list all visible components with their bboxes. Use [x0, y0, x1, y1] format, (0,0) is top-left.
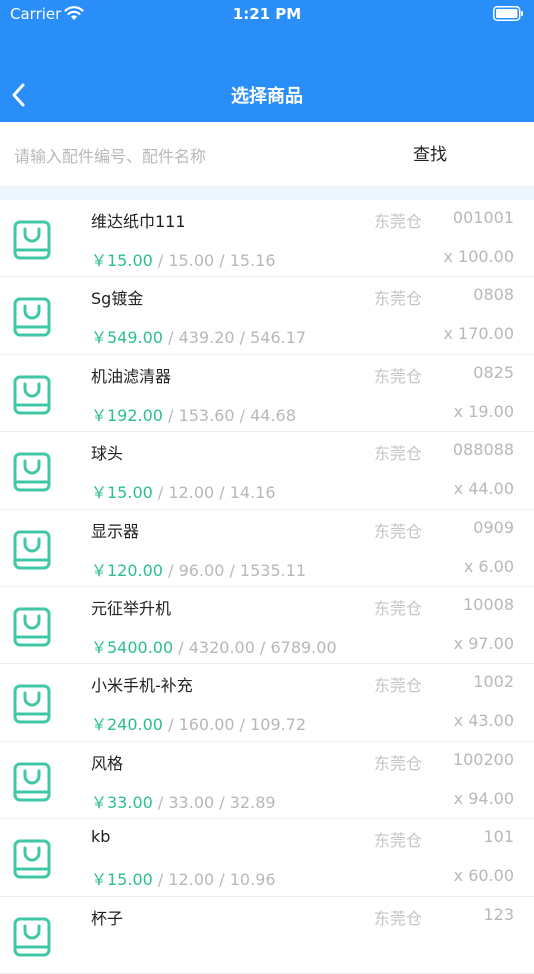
product-code: 123 [483, 904, 514, 924]
cost-prices: / 4320.00 / 6789.00 [173, 637, 337, 657]
product-name: kb [91, 827, 111, 847]
stock-quantity: x 6.00 [463, 556, 514, 576]
warehouse-label: 东莞仓 [374, 289, 423, 309]
cost-prices: / 153.60 / 44.68 [163, 405, 296, 425]
search-bar: 查找 [0, 122, 534, 186]
warehouse-label: 东莞仓 [374, 366, 423, 386]
clock: 1:21 PM [232, 5, 302, 23]
cost-prices: / 12.00 / 14.16 [152, 483, 276, 503]
product-code: 101 [483, 827, 514, 847]
cost-prices: / 439.20 / 546.17 [163, 328, 307, 348]
page-title: 选择商品 [231, 86, 303, 107]
product-name: 元征举升机 [91, 598, 172, 618]
cost-prices: / 33.00 / 32.89 [152, 792, 276, 812]
product-name: 机油滤清器 [91, 366, 172, 386]
cost-prices: / 160.00 / 109.72 [163, 715, 307, 735]
shopping-bag-icon [13, 762, 51, 802]
shopping-bag-icon [13, 839, 51, 879]
shopping-bag-icon [13, 607, 51, 647]
product-row[interactable]: 风格 东莞仓 100200 ￥33.00 / 33.00 / 32.89 x 94.00 [0, 742, 534, 820]
price-line: ￥192.00 / 153.60 / 44.68 [91, 402, 296, 426]
product-code: 0808 [473, 285, 514, 305]
product-name: 小米手机-补充 [91, 676, 193, 696]
product-row[interactable]: 球头 东莞仓 088088 ￥15.00 / 12.00 / 14.16 x 44.00 [0, 432, 534, 510]
shopping-bag-icon [13, 684, 51, 724]
price-line: ￥15.00 / 15.00 / 15.16 [91, 247, 276, 271]
stock-quantity: x 44.00 [453, 479, 514, 499]
sale-price: ￥240.00 [91, 715, 163, 735]
product-name: 显示器 [91, 521, 140, 541]
shopping-bag-icon [13, 917, 51, 957]
sale-price: ￥15.00 [91, 251, 153, 270]
product-row[interactable]: kb 东莞仓 101 ￥15.00 / 12.00 / 10.96 x 60.00 [0, 819, 534, 897]
price-line: ￥33.00 / 33.00 / 32.89 [91, 789, 276, 813]
stock-quantity: x 100.00 [443, 247, 514, 266]
stock-quantity: x 94.00 [453, 788, 514, 808]
cost-prices: / 12.00 / 10.96 [152, 870, 276, 890]
product-code: 001001 [452, 208, 514, 227]
product-code: 0909 [473, 517, 514, 537]
warehouse-label: 东莞仓 [374, 444, 423, 464]
navigation-header: Carrier 1:21 PM 选择商品 [0, 0, 534, 122]
product-code: 1002 [473, 672, 514, 692]
product-code: 0825 [473, 362, 514, 382]
product-code: 088088 [452, 440, 514, 460]
product-row[interactable]: 机油滤清器 东莞仓 0825 ￥192.00 / 153.60 / 44.68 x 19… [0, 355, 534, 433]
stock-quantity: x 60.00 [453, 866, 514, 886]
shopping-bag-icon [13, 375, 51, 415]
sale-price: ￥5400.00 [91, 637, 174, 657]
stock-quantity: x 170.00 [443, 324, 514, 344]
price-line: ￥15.00 / 12.00 / 10.96 [91, 866, 276, 890]
product-name: Sg镀金 [91, 289, 144, 309]
sale-price: ￥192.00 [91, 405, 163, 425]
search-button[interactable]: 查找 [385, 138, 475, 172]
status-bar: Carrier 1:21 PM [0, 0, 534, 28]
product-row[interactable]: Sg镀金 东莞仓 0808 ￥549.00 / 439.20 / 546.17 x 17… [0, 277, 534, 355]
product-name: 球头 [91, 444, 124, 464]
product-code: 10008 [463, 594, 514, 614]
section-divider [0, 186, 534, 200]
warehouse-label: 东莞仓 [374, 753, 423, 773]
shopping-bag-icon [13, 530, 51, 570]
price-line: ￥15.00 / 12.00 / 14.16 [91, 479, 276, 503]
product-row[interactable]: 杯子 东莞仓 123 [0, 897, 534, 974]
stock-quantity: x 97.00 [453, 633, 514, 653]
cost-prices: / 96.00 / 1535.11 [163, 560, 307, 580]
warehouse-label: 东莞仓 [374, 212, 423, 231]
stock-quantity: x 43.00 [453, 711, 514, 731]
price-line: ￥120.00 / 96.00 / 1535.11 [91, 557, 306, 581]
sale-price: ￥120.00 [91, 560, 163, 580]
product-name: 杯子 [91, 908, 124, 928]
stock-quantity: x 19.00 [453, 401, 514, 421]
sale-price: ￥15.00 [91, 483, 153, 503]
price-line: ￥240.00 / 160.00 / 109.72 [91, 711, 306, 735]
shopping-bag-icon [13, 452, 51, 492]
cost-prices: / 15.00 / 15.16 [152, 251, 276, 270]
product-name: 维达纸巾111 [91, 212, 186, 231]
product-code: 100200 [452, 749, 514, 769]
price-line: ￥5400.00 / 4320.00 / 6789.00 [91, 634, 337, 658]
product-list: 维达纸巾111 东莞仓 001001 ￥15.00 / 15.00 / 15.16 x … [0, 200, 534, 974]
search-input[interactable] [12, 140, 356, 172]
warehouse-label: 东莞仓 [374, 676, 423, 696]
warehouse-label: 东莞仓 [374, 908, 423, 928]
warehouse-label: 东莞仓 [374, 598, 423, 618]
product-name: 风格 [91, 753, 124, 773]
warehouse-label: 东莞仓 [374, 831, 423, 851]
shopping-bag-icon [13, 220, 51, 260]
sale-price: ￥549.00 [91, 328, 163, 348]
price-line: ￥549.00 / 439.20 / 546.17 [91, 324, 306, 348]
sale-price: ￥33.00 [91, 792, 153, 812]
product-row[interactable]: 显示器 东莞仓 0909 ￥120.00 / 96.00 / 1535.11 x 6.0… [0, 510, 534, 587]
warehouse-label: 东莞仓 [374, 521, 423, 541]
product-row[interactable]: 小米手机-补充 东莞仓 1002 ￥240.00 / 160.00 / 109.72 x… [0, 664, 534, 742]
shopping-bag-icon [13, 297, 51, 337]
product-row[interactable]: 维达纸巾111 东莞仓 001001 ￥15.00 / 15.00 / 15.16 x … [0, 200, 534, 278]
sale-price: ￥15.00 [91, 870, 153, 890]
battery-icon [493, 6, 523, 21]
product-row[interactable]: 元征举升机 东莞仓 10008 ￥5400.00 / 4320.00 / 6789.0… [0, 587, 534, 665]
